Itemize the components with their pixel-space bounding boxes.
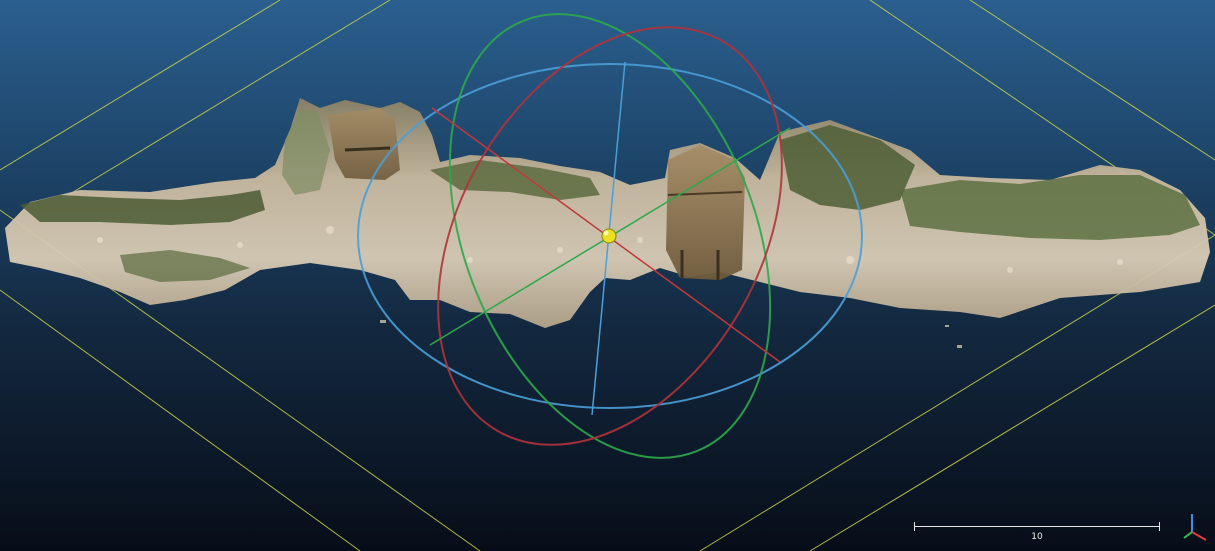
scale-bar-label: 10 <box>1031 532 1043 542</box>
scale-bar-tick-right <box>1159 522 1160 531</box>
3d-viewport[interactable]: 10 <box>0 0 1215 551</box>
xyz-axes-icon <box>1183 514 1207 541</box>
scale-bar: 10 <box>912 519 1162 542</box>
pivot-sphere[interactable] <box>601 228 617 244</box>
point-cloud-scene[interactable] <box>0 0 1215 551</box>
scale-bar-line <box>914 526 1160 527</box>
scale-bar-tick-left <box>914 522 915 531</box>
point-cloud <box>5 98 1210 348</box>
